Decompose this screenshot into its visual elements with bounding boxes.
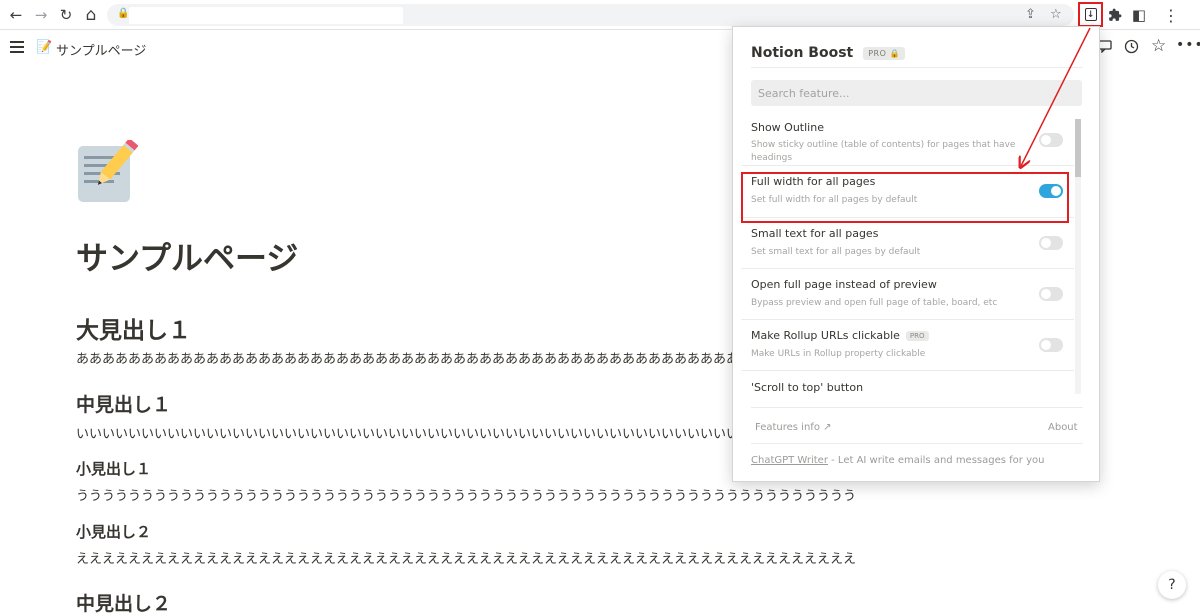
heading-3[interactable]: 小見出し１ xyxy=(76,458,151,479)
notion-boost-extension-button[interactable]: ↓ xyxy=(1078,2,1103,27)
feature-title: Make Rollup URLs clickable PRO xyxy=(751,329,929,342)
feature-title: Full width for all pages xyxy=(751,175,876,188)
promo-text: - Let AI write emails and messages for y… xyxy=(827,455,1045,466)
popup-title: Notion Boost xyxy=(751,45,854,61)
feature-title: 'Scroll to top' button xyxy=(751,381,864,394)
comments-icon[interactable] xyxy=(1098,39,1112,57)
browser-menu-icon[interactable]: ⋮ xyxy=(1160,4,1182,26)
feature-title: Show Outline xyxy=(751,121,824,134)
feature-title-text: Make Rollup URLs clickable xyxy=(751,329,900,342)
notion-boost-popup: Notion Boost PRO 🔒 Show Outline Show sti… xyxy=(732,26,1100,482)
chatgpt-writer-promo: ChatGPT Writer - Let AI write emails and… xyxy=(751,455,1044,466)
divider xyxy=(751,443,1083,444)
about-link[interactable]: About xyxy=(1048,422,1078,433)
feature-item-full-width: Full width for all pages Set full width … xyxy=(741,166,1074,218)
heading-2[interactable]: 中見出し１ xyxy=(76,390,171,417)
pro-badge[interactable]: PRO 🔒 xyxy=(863,46,905,60)
feature-item-small-text: Small text for all pages Set small text … xyxy=(741,218,1074,269)
heading-2[interactable]: 中見出し２ xyxy=(76,589,171,616)
address-bar[interactable]: 🔒 ⇪ ☆ xyxy=(107,4,1074,26)
puzzle-icon[interactable] xyxy=(1104,4,1126,26)
heading-1[interactable]: 大見出し１ xyxy=(76,311,191,345)
side-panel-icon[interactable]: ◧ xyxy=(1128,4,1150,26)
pro-badge-small: PRO xyxy=(905,331,929,341)
toggle-rollup-urls[interactable] xyxy=(1039,338,1063,352)
toggle-full-width[interactable] xyxy=(1039,184,1063,198)
search-feature-input[interactable] xyxy=(751,80,1082,106)
share-icon[interactable]: ⇪ xyxy=(1025,7,1036,22)
heading-3[interactable]: 小見出し２ xyxy=(76,521,151,542)
scrollbar-thumb[interactable] xyxy=(1075,119,1081,177)
notion-boost-icon: ↓ xyxy=(1084,8,1097,21)
favorite-star-icon[interactable]: ☆ xyxy=(1151,36,1166,56)
features-info-link[interactable]: Features info ↗ xyxy=(755,422,832,433)
help-button[interactable]: ? xyxy=(1158,571,1186,599)
updates-clock-icon[interactable] xyxy=(1124,39,1139,58)
feature-description: Bypass preview and open full page of tab… xyxy=(751,298,998,308)
feature-title: Small text for all pages xyxy=(751,227,879,240)
feature-description: Make URLs in Rollup property clickable xyxy=(751,349,926,359)
toggle-show-outline[interactable] xyxy=(1039,133,1063,147)
paragraph-block[interactable]: ええええええええええええええええええええええええええええええええええええええええ… xyxy=(76,548,976,567)
menu-icon[interactable] xyxy=(10,41,24,56)
toggle-open-full-page[interactable] xyxy=(1039,287,1063,301)
forward-icon[interactable]: → xyxy=(31,5,51,25)
feature-title: Open full page instead of preview xyxy=(751,278,937,291)
feature-item-rollup-urls: Make Rollup URLs clickable PRO Make URLs … xyxy=(741,320,1074,371)
feature-description: Set small text for all pages by default xyxy=(751,247,921,257)
back-icon[interactable]: ← xyxy=(6,5,26,25)
url-text[interactable] xyxy=(129,7,403,24)
popup-header: Notion Boost PRO 🔒 xyxy=(751,41,905,65)
chatgpt-writer-link[interactable]: ChatGPT Writer xyxy=(751,455,828,466)
feature-item-scroll-to-top: 'Scroll to top' button xyxy=(741,371,1074,394)
feature-list[interactable]: Show Outline Show sticky outline (table … xyxy=(741,114,1077,394)
toggle-small-text[interactable] xyxy=(1039,236,1063,250)
breadcrumb-title[interactable]: サンプルページ xyxy=(56,40,146,59)
feature-description: Set full width for all pages by default xyxy=(751,195,918,205)
divider xyxy=(751,67,1083,68)
reload-icon[interactable]: ↻ xyxy=(56,5,76,25)
page-icon-memo[interactable] xyxy=(76,138,139,206)
lock-icon[interactable]: 🔒 xyxy=(117,8,129,19)
feature-list-scrollbar[interactable] xyxy=(1075,119,1081,394)
divider xyxy=(751,407,1083,408)
home-icon[interactable]: ⌂ xyxy=(81,5,101,25)
feature-description: Show sticky outline (table of contents) … xyxy=(751,140,1016,163)
feature-item-open-full-page: Open full page instead of preview Bypass… xyxy=(741,269,1074,320)
paragraph-block[interactable]: うううううううううううううううううううううううううううううううううううううううう… xyxy=(76,485,976,504)
page-title[interactable]: サンプルページ xyxy=(76,233,298,279)
feature-item-show-outline: Show Outline Show sticky outline (table … xyxy=(741,114,1074,166)
more-options-icon[interactable]: ••• xyxy=(1176,37,1200,53)
bookmark-star-icon[interactable]: ☆ xyxy=(1050,7,1062,22)
page-emoji-small[interactable]: 📝 xyxy=(36,40,52,55)
